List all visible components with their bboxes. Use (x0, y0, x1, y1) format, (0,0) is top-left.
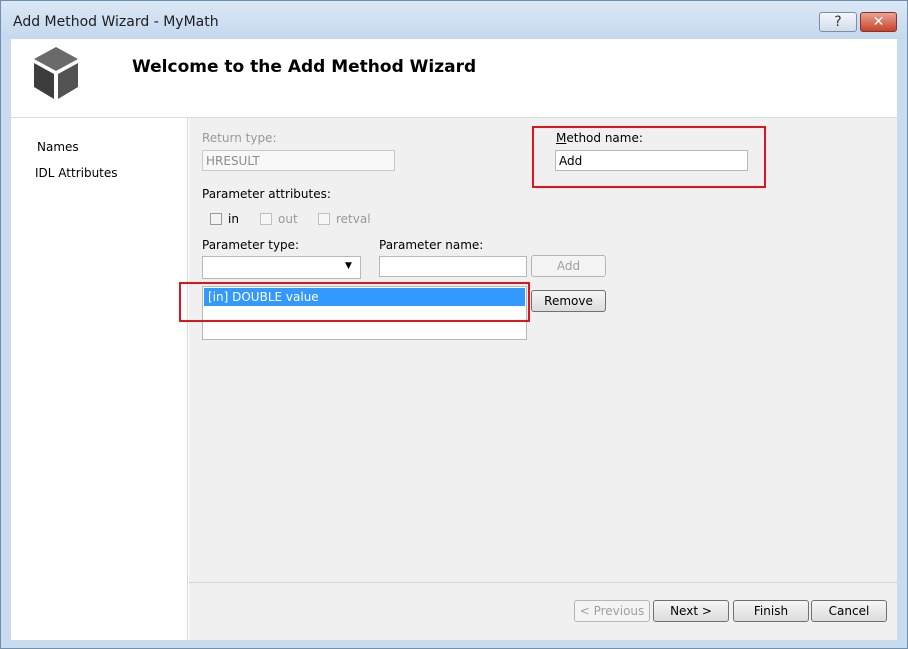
help-button[interactable]: ? (819, 12, 857, 32)
parameter-name-input[interactable] (379, 256, 527, 277)
parameter-attributes-label: Parameter attributes: (202, 187, 331, 201)
highlight-box-parameter (179, 282, 530, 322)
nav-item-names[interactable]: Names (37, 140, 79, 154)
return-type-field: HRESULT (202, 150, 395, 171)
finish-button[interactable]: Finish (733, 600, 809, 622)
wizard-client: Welcome to the Add Method Wizard Names I… (11, 39, 897, 640)
parameter-name-label: Parameter name: (379, 238, 484, 252)
attr-out-label: out (278, 212, 298, 226)
wizard-window: Add Method Wizard - MyMath ? ✕ Welcome t… (0, 0, 908, 649)
title-bar[interactable]: Add Method Wizard - MyMath ? ✕ (1, 1, 907, 39)
cube-icon (34, 47, 78, 99)
next-button[interactable]: Next > (653, 600, 729, 622)
attr-out-checkbox (260, 213, 272, 225)
highlight-box-method-name (532, 126, 766, 188)
attr-in-label: in (228, 212, 239, 226)
wizard-nav: Names IDL Attributes (11, 118, 188, 640)
nav-item-idl-attributes[interactable]: IDL Attributes (35, 166, 118, 180)
close-button[interactable]: ✕ (860, 12, 897, 32)
previous-button: < Previous (574, 600, 650, 622)
page-title: Welcome to the Add Method Wizard (132, 57, 477, 77)
wizard-header: Welcome to the Add Method Wizard (11, 39, 897, 118)
add-button: Add (531, 255, 606, 277)
attr-retval-label: retval (336, 212, 371, 226)
footer-separator (189, 582, 897, 583)
attr-retval-checkbox (318, 213, 330, 225)
attr-in-checkbox[interactable] (210, 213, 222, 225)
parameter-type-select[interactable] (202, 256, 361, 279)
parameter-type-label: Parameter type: (202, 238, 300, 252)
window-title: Add Method Wizard - MyMath (13, 14, 219, 30)
remove-button[interactable]: Remove (531, 290, 606, 312)
chevron-down-icon[interactable]: ▼ (345, 261, 352, 271)
cancel-button[interactable]: Cancel (811, 600, 887, 622)
return-type-label: Return type: (202, 131, 277, 145)
wizard-main: Return type: HRESULT Method name: Add Pa… (179, 118, 897, 640)
